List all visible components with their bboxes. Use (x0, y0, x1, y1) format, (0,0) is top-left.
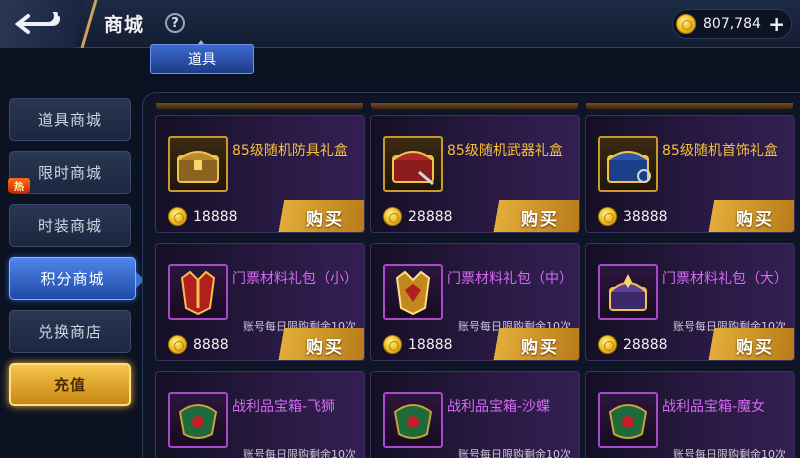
sidebar-item-exchange-shop[interactable]: 兑换商店 (9, 310, 131, 353)
page-title: 商城 (104, 14, 145, 36)
tab-props[interactable]: 道具 (150, 44, 254, 74)
sidebar-item-fashion-shop[interactable]: 时装商城 (9, 204, 131, 247)
add-currency-button[interactable]: + (768, 12, 785, 36)
coin-icon (168, 335, 187, 354)
item-name: 战利品宝箱-飞狮 (232, 399, 336, 415)
price-value: 18888 (193, 208, 238, 225)
blue-chest-icon (598, 136, 658, 192)
top-bar: 商城 ? 807,784 + (0, 0, 800, 48)
price: 8888 (168, 335, 229, 354)
shop-item-card[interactable]: 战利品宝箱-魔女 账号每日限购剩余10次 (585, 371, 795, 458)
buy-button[interactable]: 购买 (272, 200, 364, 232)
recharge-button[interactable]: 充值 (9, 363, 131, 406)
ornate-chest-icon (598, 264, 658, 320)
previous-row-edge (371, 103, 578, 109)
shop-item-card[interactable]: 85级随机武器礼盒 28888 购买 (370, 115, 580, 233)
item-name: 门票材料礼包（中） (447, 271, 573, 287)
price-value: 28888 (623, 336, 668, 353)
price-value: 28888 (408, 208, 453, 225)
item-name: 85级随机防具礼盒 (232, 143, 348, 159)
price: 28888 (383, 207, 453, 226)
item-name: 战利品宝箱-沙蝶 (447, 399, 551, 415)
shop-item-card[interactable]: 门票材料礼包（大） 账号每日限购剩余10次 28888 购买 (585, 243, 795, 361)
purchase-limit: 账号每日限购剩余10次 (673, 448, 786, 458)
sidebar-item-points-shop[interactable]: 积分商城 (9, 257, 145, 300)
coin-icon (598, 207, 617, 226)
coin-icon (383, 207, 402, 226)
currency-amount: 807,784 (703, 16, 761, 32)
purchase-limit: 账号每日限购剩余10次 (458, 448, 571, 458)
shop-item-card[interactable]: 85级随机首饰礼盒 38888 购买 (585, 115, 795, 233)
green-relic-icon (383, 392, 443, 448)
item-name: 门票材料礼包（大） (662, 271, 788, 287)
shop-item-card[interactable]: 战利品宝箱-飞狮 账号每日限购剩余10次 (155, 371, 365, 458)
buy-button[interactable]: 购买 (487, 200, 579, 232)
shop-item-card[interactable]: 85级随机防具礼盒 18888 购买 (155, 115, 365, 233)
item-name: 85级随机首饰礼盒 (662, 143, 778, 159)
coin-icon (598, 335, 617, 354)
price: 18888 (168, 207, 238, 226)
price-value: 38888 (623, 208, 668, 225)
sidebar-item-props-shop[interactable]: 道具商城 (9, 98, 131, 141)
price: 38888 (598, 207, 668, 226)
price-value: 8888 (193, 336, 229, 353)
coin-icon (168, 207, 187, 226)
purchase-limit: 账号每日限购剩余10次 (243, 448, 356, 458)
green-relic-icon (598, 392, 658, 448)
shop-item-card[interactable]: 门票材料礼包（中） 账号每日限购剩余10次 18888 购买 (370, 243, 580, 361)
coin-icon (383, 335, 402, 354)
price: 18888 (383, 335, 453, 354)
buy-button[interactable]: 购买 (272, 328, 364, 360)
item-name: 战利品宝箱-魔女 (662, 399, 766, 415)
header-divider (80, 0, 98, 48)
previous-row-edge (586, 103, 793, 109)
price-value: 18888 (408, 336, 453, 353)
buy-button[interactable]: 购买 (487, 328, 579, 360)
currency-display: 807,784 + (672, 9, 792, 39)
red-chest-icon (383, 136, 443, 192)
gold-crest-icon (383, 264, 443, 320)
golden-chest-icon (168, 136, 228, 192)
coin-icon (676, 14, 696, 34)
item-name: 门票材料礼包（小） (232, 271, 358, 287)
help-icon[interactable]: ? (165, 13, 185, 33)
red-crest-icon (168, 264, 228, 320)
item-grid: 85级随机防具礼盒 18888 购买 85级随机武器礼盒 28888 购买 85… (142, 92, 800, 458)
previous-row-edge (156, 103, 363, 109)
item-name: 85级随机武器礼盒 (447, 143, 563, 159)
buy-button[interactable]: 购买 (702, 200, 794, 232)
shop-item-card[interactable]: 战利品宝箱-沙蝶 账号每日限购剩余10次 (370, 371, 580, 458)
green-relic-icon (168, 392, 228, 448)
price: 28888 (598, 335, 668, 354)
buy-button[interactable]: 购买 (702, 328, 794, 360)
hot-badge: 热 (8, 178, 30, 193)
shop-item-card[interactable]: 门票材料礼包（小） 账号每日限购剩余10次 8888 购买 (155, 243, 365, 361)
back-arrow-icon (14, 12, 60, 34)
